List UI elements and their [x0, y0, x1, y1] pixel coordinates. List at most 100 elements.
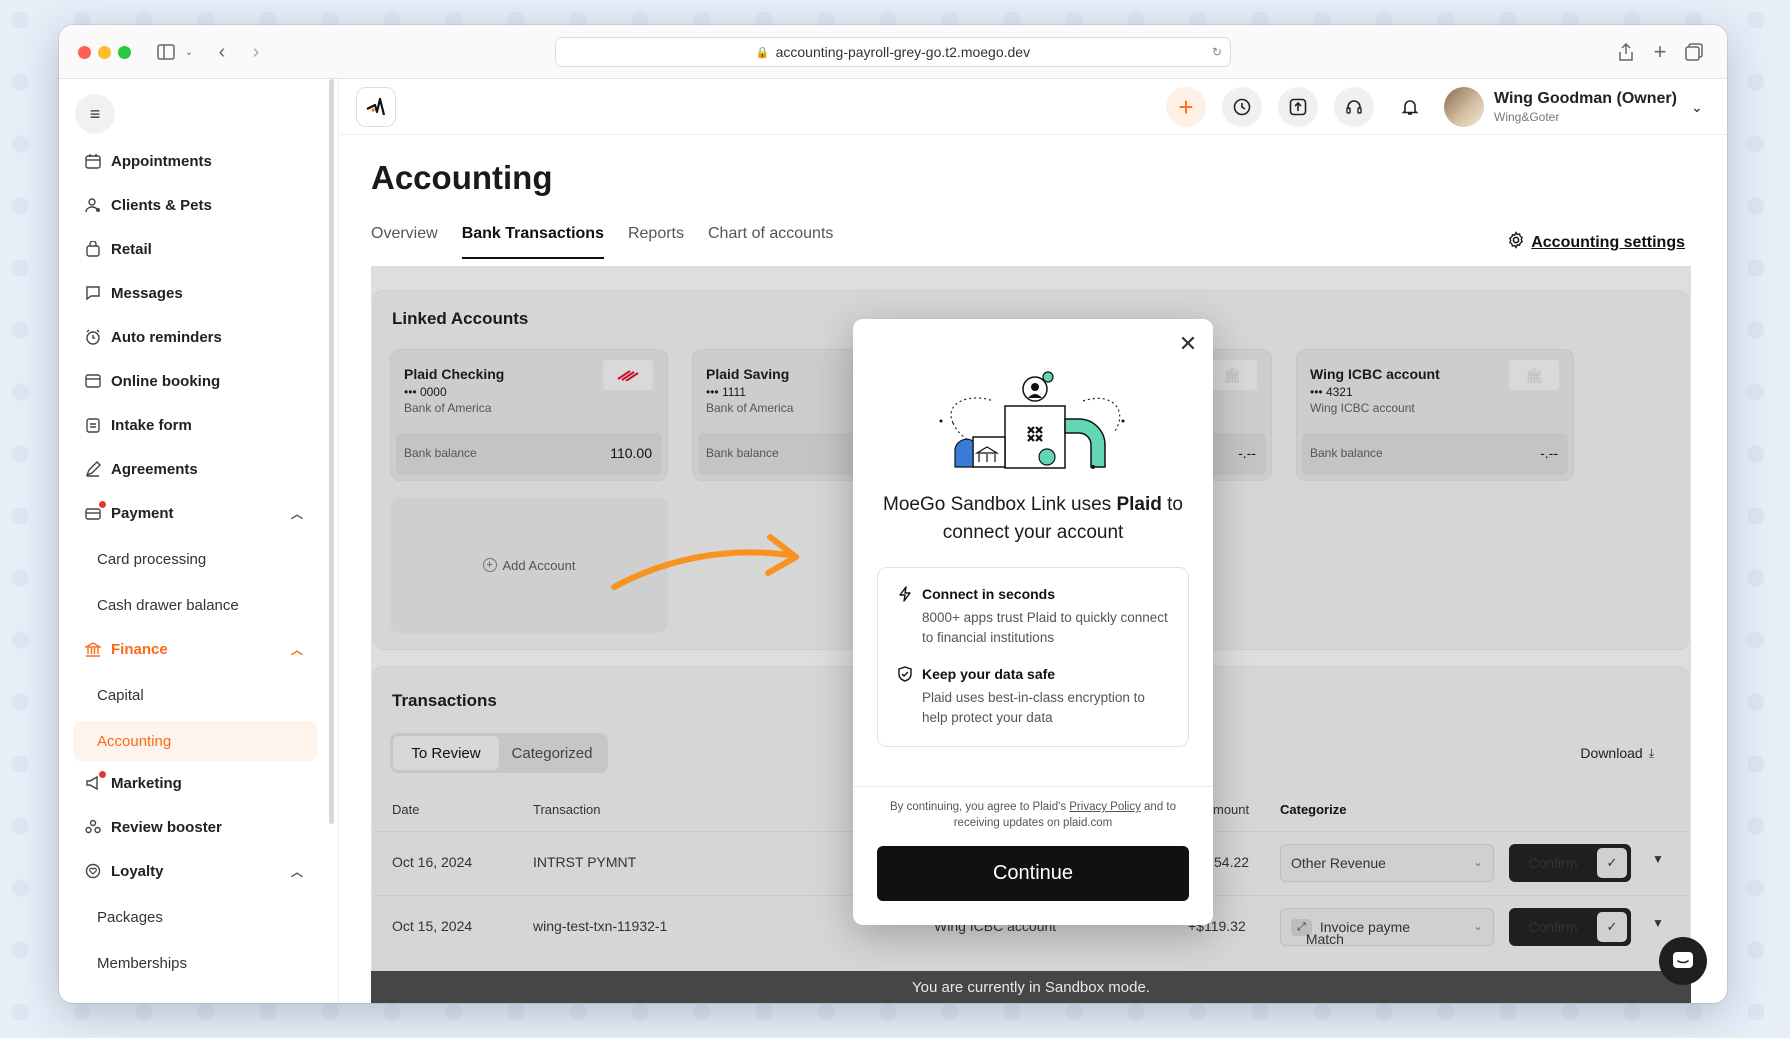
alarm-icon [83, 327, 103, 347]
sidebar-item-label: Marketing [111, 774, 182, 792]
sidebar-item-messages[interactable]: Messages [73, 273, 317, 313]
check-circle-icon[interactable]: ✓ [1597, 848, 1627, 878]
sidebar-item-appointments[interactable]: Appointments [73, 141, 317, 181]
sidebar-item-retail[interactable]: Retail [73, 229, 317, 269]
download-label: Download [1580, 745, 1643, 761]
continue-button[interactable]: Continue [877, 846, 1189, 901]
confirm-label: Confirm [1528, 919, 1578, 935]
sidebar-item-label: Packages [97, 908, 163, 926]
add-icon[interactable]: + [1166, 87, 1206, 127]
sidebar-item-intake-form[interactable]: Intake form [73, 405, 317, 445]
browser-titlebar: ⌄ ‹ › 🔒 accounting-payroll-grey-go.t2.mo… [59, 25, 1727, 79]
share-icon[interactable] [1614, 40, 1638, 64]
feature-safe: Keep your data safe Plaid uses best-in-c… [898, 666, 1172, 728]
tab-reports[interactable]: Reports [628, 225, 684, 259]
sidebar-item-payment[interactable]: Payment ︿ [73, 493, 317, 533]
sidebar-item-label: Review booster [111, 818, 222, 836]
back-icon[interactable]: ‹ [210, 40, 234, 64]
bank-icon: 🏛 [1207, 360, 1257, 390]
user-menu[interactable]: Wing Goodman (Owner) Wing&Goter ⌄ [1444, 85, 1703, 129]
sidebar-item-capital[interactable]: Capital [73, 675, 317, 715]
sidebar-item-label: Messages [111, 284, 183, 302]
sidebar-item-online-booking[interactable]: Online booking [73, 361, 317, 401]
account-name: Plaid Checking [404, 366, 505, 382]
check-circle-icon[interactable]: ✓ [1597, 912, 1627, 942]
forward-icon[interactable]: › [244, 40, 268, 64]
moego-logo[interactable] [356, 87, 396, 127]
chevron-down-icon[interactable]: ⌄ [177, 40, 201, 64]
sidebar-item-accounting[interactable]: Accounting [73, 721, 317, 761]
sidebar-item-auto-reminders[interactable]: Auto reminders [73, 317, 317, 357]
expand-row-icon[interactable]: ▼ [1652, 916, 1664, 930]
shield-check-icon [898, 666, 914, 682]
tab-bank-transactions[interactable]: Bank Transactions [461, 225, 604, 259]
user-name: Wing Goodman (Owner) [1494, 90, 1677, 107]
reload-icon[interactable]: ↻ [1212, 45, 1222, 59]
new-tab-icon[interactable]: + [1648, 39, 1672, 64]
category-select[interactable]: ⤢ Match Invoice payme ⌄ [1280, 908, 1494, 947]
account-card[interactable]: Plaid Checking ••• 0000 Bank of America … [390, 349, 668, 481]
sidebar-item-finance[interactable]: Finance ︿ [73, 629, 317, 669]
sidebar-item-label: Card processing [97, 550, 207, 568]
chat-icon[interactable] [1659, 937, 1707, 985]
menu-icon[interactable]: ≡ [75, 94, 115, 134]
headset-icon[interactable] [1334, 87, 1374, 127]
bank-icon: 🏛 [1509, 360, 1559, 390]
loyalty-icon [83, 861, 103, 881]
sidebar-item-review-booster[interactable]: Review booster [73, 807, 317, 847]
confirm-button[interactable]: Confirm ✓ [1509, 908, 1631, 946]
sidebar-item-card-processing[interactable]: Card processing [73, 539, 317, 579]
upload-icon[interactable] [1278, 87, 1318, 127]
sidebar-item-label: Loyalty [111, 862, 164, 880]
sidebar-scrollbar[interactable] [329, 79, 334, 824]
page-title: Accounting [371, 159, 553, 196]
minimize-window-button[interactable] [98, 46, 111, 59]
sidebar-item-marketing[interactable]: Marketing [73, 763, 317, 803]
sidebar-item-cash-drawer-balance[interactable]: Cash drawer balance [73, 585, 317, 625]
balance-label: Bank balance [706, 446, 779, 460]
balance-value: 110.00 [610, 445, 652, 461]
privacy-policy-link[interactable]: Privacy Policy [1069, 801, 1141, 813]
lock-icon: 🔒 [755, 46, 770, 59]
confirm-button[interactable]: Confirm ✓ [1509, 844, 1631, 882]
tab-overview[interactable]: Overview [371, 225, 438, 259]
address-bar[interactable]: 🔒 accounting-payroll-grey-go.t2.moego.de… [555, 37, 1231, 67]
sidebar-item-agreements[interactable]: Agreements [73, 449, 317, 489]
sidebar-item-loyalty[interactable]: Loyalty ︿ [73, 851, 317, 891]
close-window-button[interactable] [78, 46, 91, 59]
chevron-down-icon[interactable]: ⌄ [1691, 99, 1703, 116]
transactions-title: Transactions [392, 691, 497, 710]
tabs: Overview Bank Transactions Reports Chart… [371, 225, 833, 259]
tab-chart-of-accounts[interactable]: Chart of accounts [708, 225, 833, 259]
clock-icon[interactable] [1222, 87, 1262, 127]
category-select[interactable]: Other Revenue ⌄ [1280, 844, 1494, 882]
match-badge: ⤢ Match [1291, 918, 1344, 947]
tab-categorized[interactable]: Categorized [499, 736, 605, 770]
row-transaction: INTRST PYMNT [533, 854, 637, 870]
bell-icon[interactable] [1390, 87, 1430, 127]
tab-to-review[interactable]: To Review [393, 736, 499, 770]
chevron-up-icon[interactable]: ︿ [291, 863, 303, 880]
zoom-window-button[interactable] [118, 46, 131, 59]
sidebar-item-label: Cash drawer balance [97, 596, 239, 614]
sidebar-item-memberships[interactable]: Memberships [73, 943, 317, 983]
chevron-up-icon[interactable]: ︿ [291, 641, 303, 658]
sidebar-item-packages[interactable]: Packages [73, 897, 317, 937]
expand-row-icon[interactable]: ▼ [1652, 852, 1664, 866]
balance-value: -.-- [1540, 445, 1558, 461]
accounting-settings-link[interactable]: Accounting settings [1507, 231, 1685, 254]
tabs-overview-icon[interactable] [1682, 40, 1706, 64]
sidebar-toggle-icon[interactable] [154, 40, 178, 64]
column-header-date: Date [392, 802, 420, 817]
sidebar-item-label: Payment [111, 504, 174, 522]
sidebar-item-label: Retail [111, 240, 152, 258]
close-icon[interactable]: ✕ [1175, 331, 1201, 357]
account-card[interactable]: Wing ICBC account ••• 4321 Wing ICBC acc… [1296, 349, 1574, 481]
row-date: Oct 15, 2024 [392, 918, 473, 934]
features-box: Connect in seconds 8000+ apps trust Plai… [877, 567, 1189, 747]
sidebar-item-clients-pets[interactable]: Clients & Pets [73, 185, 317, 225]
chevron-up-icon[interactable]: ︿ [291, 505, 303, 522]
arrow-annotation [611, 534, 799, 590]
sidebar: ≡ Appointments Clients & Pets Retail Mes… [59, 79, 339, 1003]
download-button[interactable]: Download ⤓ [1580, 745, 1654, 761]
